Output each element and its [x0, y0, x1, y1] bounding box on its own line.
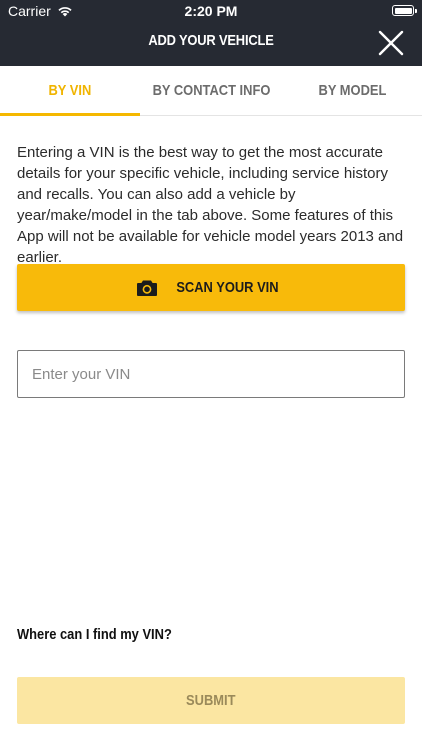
find-vin-link[interactable]: Where can I find my VIN? [17, 626, 172, 643]
camera-icon [136, 280, 157, 296]
submit-button-label: SUBMIT [186, 692, 236, 709]
tab-by-contact-info[interactable]: BY CONTACT INFO [140, 66, 282, 115]
intro-text: Entering a VIN is the best way to get th… [17, 144, 404, 266]
submit-button[interactable]: SUBMIT [17, 677, 405, 724]
tab-by-vin[interactable]: BY VIN [0, 66, 140, 116]
scan-vin-button[interactable]: SCAN YOUR VIN [17, 264, 405, 311]
vin-input[interactable] [17, 350, 405, 398]
status-bar: Carrier 2:20 PM [0, 0, 422, 22]
scan-button-label: SCAN YOUR VIN [175, 279, 279, 296]
header: Carrier 2:20 PM ADD YOUR VEHICLE [0, 0, 422, 66]
tab-label: BY MODEL [318, 82, 386, 99]
page-title: ADD YOUR VEHICLE [148, 32, 274, 49]
tab-bar: BY VIN BY CONTACT INFO BY MODEL [0, 66, 422, 116]
battery-icon [392, 5, 417, 16]
tab-label: BY CONTACT INFO [152, 82, 270, 99]
close-icon[interactable] [378, 30, 404, 56]
tab-label: BY VIN [48, 82, 92, 99]
tab-by-model[interactable]: BY MODEL [282, 66, 422, 115]
status-time: 2:20 PM [184, 3, 238, 19]
